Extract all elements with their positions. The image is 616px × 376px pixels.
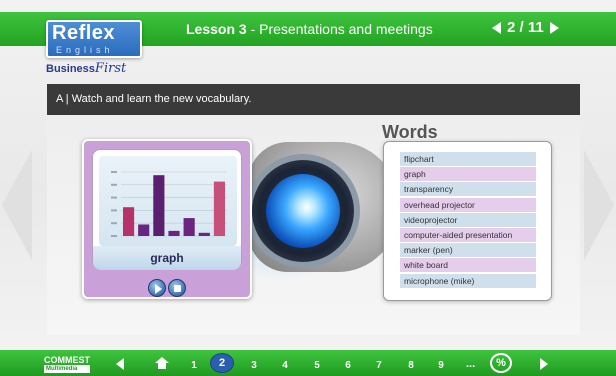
word-item[interactable]: white board [400,258,536,273]
word-item[interactable]: graph [400,167,536,182]
graph-bars [123,175,225,236]
business-first-logo: BusinessFirst [46,61,126,76]
percent-symbol: % [496,357,506,369]
word-item[interactable]: videoprojector [400,212,536,227]
stop-icon [174,285,181,292]
next-page-icon[interactable] [549,21,559,34]
stop-button[interactable] [168,279,186,297]
side-next-arrow-icon[interactable] [584,150,614,260]
page-1-button[interactable]: 1 [187,360,201,371]
page-2-button-active[interactable]: 2 [210,353,234,373]
page-6-button[interactable]: 6 [341,360,355,371]
graph-bar [138,224,150,236]
vocab-card: graph [82,139,252,299]
graph-bar [168,230,180,236]
brand-text: COMMEST [44,355,90,365]
bottom-nav-bar [0,350,616,376]
page-8-button[interactable]: 8 [404,360,418,371]
play-button[interactable] [148,279,166,297]
logo-first-text: First [94,61,127,76]
graph-bar [198,232,210,236]
tick-mark [111,209,117,212]
logo-business-text: Business [46,63,95,75]
graph-bar [153,175,165,236]
tick-mark [111,196,117,199]
nav-next-icon[interactable] [540,358,548,370]
lesson-title: Lesson 3 - Presentations and meetings [186,21,433,37]
play-icon [155,284,162,294]
brand-sub-text: Multimedia [44,365,90,373]
active-page-label: 2 [218,357,226,369]
graph-illustration [99,156,237,246]
word-item[interactable]: overhead projector [400,197,536,212]
page-3-button[interactable]: 3 [247,360,261,371]
page-9-button[interactable]: 9 [434,360,448,371]
more-pages-ellipsis[interactable]: ... [466,358,475,370]
page-5-button[interactable]: 5 [310,360,324,371]
side-prev-arrow-icon[interactable] [2,150,32,260]
home-icon[interactable] [155,357,169,369]
graph-bar [213,181,225,236]
tick-mark [111,171,117,173]
instruction-text: A | Watch and learn the new vocabulary. [56,93,252,105]
score-percent-icon[interactable]: % [490,353,512,373]
reflex-logo: Reflex English [46,20,142,58]
instruction-bar: A | Watch and learn the new vocabulary. [47,84,580,115]
words-list: flipchart graph transparency overhead proje… [383,141,552,301]
word-item[interactable]: microphone (mike) [400,273,536,288]
tick-mark [111,235,117,237]
graph-bar [183,218,195,236]
lesson-label: Lesson 3 [186,21,247,37]
logo-sub-text: English [56,45,114,55]
word-item[interactable]: transparency [400,182,536,197]
page-pager: 2 / 11 [492,19,559,36]
prev-page-icon[interactable] [492,21,501,34]
tick-mark [111,222,117,225]
word-item[interactable]: flipchart [400,152,536,166]
word-item[interactable]: computer-aided presentation [400,228,536,242]
page-4-button[interactable]: 4 [278,360,292,371]
logo-main-text: Reflex [52,22,116,44]
pager-text: 2 / 11 [507,19,544,36]
graph-bar [123,207,135,236]
vocab-card-image: graph [92,149,242,270]
commest-brand: COMMEST Multimedia [44,356,90,373]
word-item[interactable]: marker (pen) [400,243,536,258]
page-7-button[interactable]: 7 [372,360,386,371]
projector-lens [266,174,340,248]
words-title: Words [382,122,438,142]
graph-illustration-svg [111,171,227,237]
vocab-card-word: graph [93,246,241,270]
nav-prev-icon[interactable] [116,358,124,370]
lesson-topic: - Presentations and meetings [246,21,433,37]
tick-mark [111,183,117,186]
